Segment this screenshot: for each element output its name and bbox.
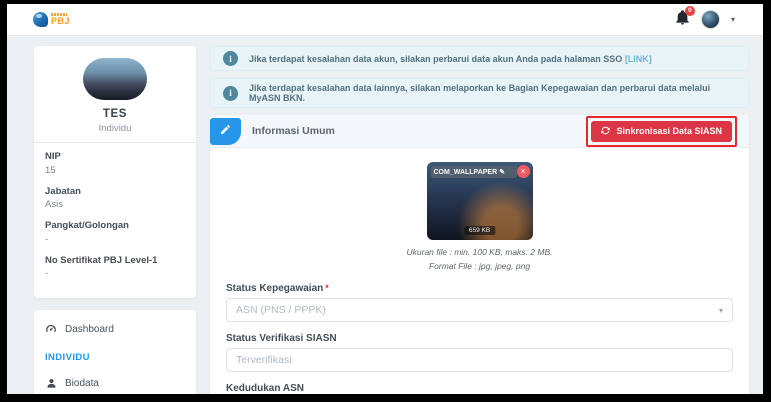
field-label: Kedudukan ASN <box>226 383 304 394</box>
photo-edit-icon: ✎ <box>499 168 505 176</box>
status-kepegawaian-select[interactable]: ASN (PNS / PPPK) ▾ <box>226 298 733 322</box>
info-icon: i <box>223 51 238 66</box>
topbar-right: 0 ▾ <box>675 10 735 30</box>
app-window: PBJ 0 ▾ TES Individ <box>7 4 763 394</box>
app-logo[interactable]: PBJ <box>33 12 70 27</box>
sync-button-label: Sinkronisasi Data SIASN <box>616 126 722 136</box>
status-verifikasi-input[interactable]: Terverifikasi <box>226 348 733 372</box>
main-content: i Jika terdapat kesalahan data akun, sil… <box>210 46 749 394</box>
screenshot-frame: PBJ 0 ▾ TES Individ <box>0 0 771 402</box>
photo-format-hint: Format File : jpg, jpeg, png <box>226 261 733 271</box>
field-label: Status Kepegawaian <box>226 283 323 294</box>
content-area: TES Individu NIP 15 Jabatan Asis Pangkat… <box>7 36 763 394</box>
profile-role: Individu <box>45 123 185 134</box>
alert-sso: i Jika terdapat kesalahan data akun, sil… <box>210 46 749 71</box>
alert-text: Jika terdapat kesalahan data akun, silak… <box>249 54 625 64</box>
sync-icon <box>601 126 610 137</box>
sidebar-menu-card: Dashboard INDIVIDU Biodata Riwayat Pelat <box>34 310 196 394</box>
photo-upload[interactable]: COM_WALLPAPER ✎ 659 KB × <box>427 162 533 240</box>
photo-size-hint: Ukuran file : min. 100 KB, maks. 2 MB. <box>226 247 733 257</box>
edit-badge <box>210 118 241 145</box>
person-icon <box>45 378 57 389</box>
chevron-down-icon[interactable]: ▾ <box>731 15 735 24</box>
remove-photo-button[interactable]: × <box>517 165 530 178</box>
topbar: PBJ 0 ▾ <box>7 4 763 36</box>
informasi-umum-header: Informasi Umum Sinkronisasi Data SIASN <box>210 115 749 148</box>
gauge-icon <box>45 323 57 335</box>
photo-size-badge: 659 KB <box>464 226 495 235</box>
highlight-annotation: Sinkronisasi Data SIASN <box>586 116 737 147</box>
notifications-button[interactable]: 0 <box>675 10 690 30</box>
field-status-verifikasi: Status Verifikasi SIASN* Terverifikasi <box>226 333 733 372</box>
page-title: Informasi Umum <box>252 125 335 137</box>
profile-field-nip: NIP 15 <box>45 150 185 178</box>
pencil-icon <box>220 122 231 140</box>
notification-badge: 0 <box>685 6 695 16</box>
profile-card: TES Individu NIP 15 Jabatan Asis Pangkat… <box>34 46 196 298</box>
profile-photo <box>83 58 147 100</box>
sidebar-section-individu: INDIVIDU <box>45 352 185 363</box>
alert-text: Jika terdapat kesalahan data lainnya, si… <box>249 83 736 103</box>
sidebar: TES Individu NIP 15 Jabatan Asis Pangkat… <box>34 46 196 394</box>
logo-text: PBJ <box>51 17 70 26</box>
logo-emblem-icon <box>33 12 48 27</box>
profile-name: TES <box>45 108 185 120</box>
divider <box>34 142 196 143</box>
user-avatar[interactable] <box>701 10 720 29</box>
select-caret-icon: ▾ <box>719 306 723 315</box>
field-label: Status Verifikasi SIASN <box>226 333 337 344</box>
profile-field-jabatan: Jabatan Asis <box>45 185 185 213</box>
sync-siasn-button[interactable]: Sinkronisasi Data SIASN <box>591 121 732 142</box>
profile-field-sertifikat: No Sertifikat PBJ Level-1 - <box>45 254 185 282</box>
profile-field-pangkat: Pangkat/Golongan - <box>45 219 185 247</box>
sso-link[interactable]: [LINK] <box>625 54 652 64</box>
informasi-umum-body: COM_WALLPAPER ✎ 659 KB × Ukuran file : m… <box>210 148 749 394</box>
sidebar-item-label: Biodata <box>65 378 99 389</box>
sidebar-item-biodata[interactable]: Biodata <box>45 378 185 389</box>
profile-form: Status Kepegawaian* ASN (PNS / PPPK) ▾ S… <box>226 283 733 394</box>
field-kedudukan-asn: Kedudukan ASN* Aktif <box>226 383 733 394</box>
required-asterisk: * <box>325 283 329 293</box>
field-status-kepegawaian: Status Kepegawaian* ASN (PNS / PPPK) ▾ <box>226 283 733 322</box>
sidebar-item-label: Dashboard <box>65 324 114 335</box>
info-icon: i <box>223 86 238 101</box>
photo-filename: COM_WALLPAPER <box>434 169 498 176</box>
sidebar-item-dashboard[interactable]: Dashboard <box>45 323 185 335</box>
informasi-umum-card: Informasi Umum Sinkronisasi Data SIASN <box>210 115 749 394</box>
alert-myasn: i Jika terdapat kesalahan data lainnya, … <box>210 78 749 108</box>
